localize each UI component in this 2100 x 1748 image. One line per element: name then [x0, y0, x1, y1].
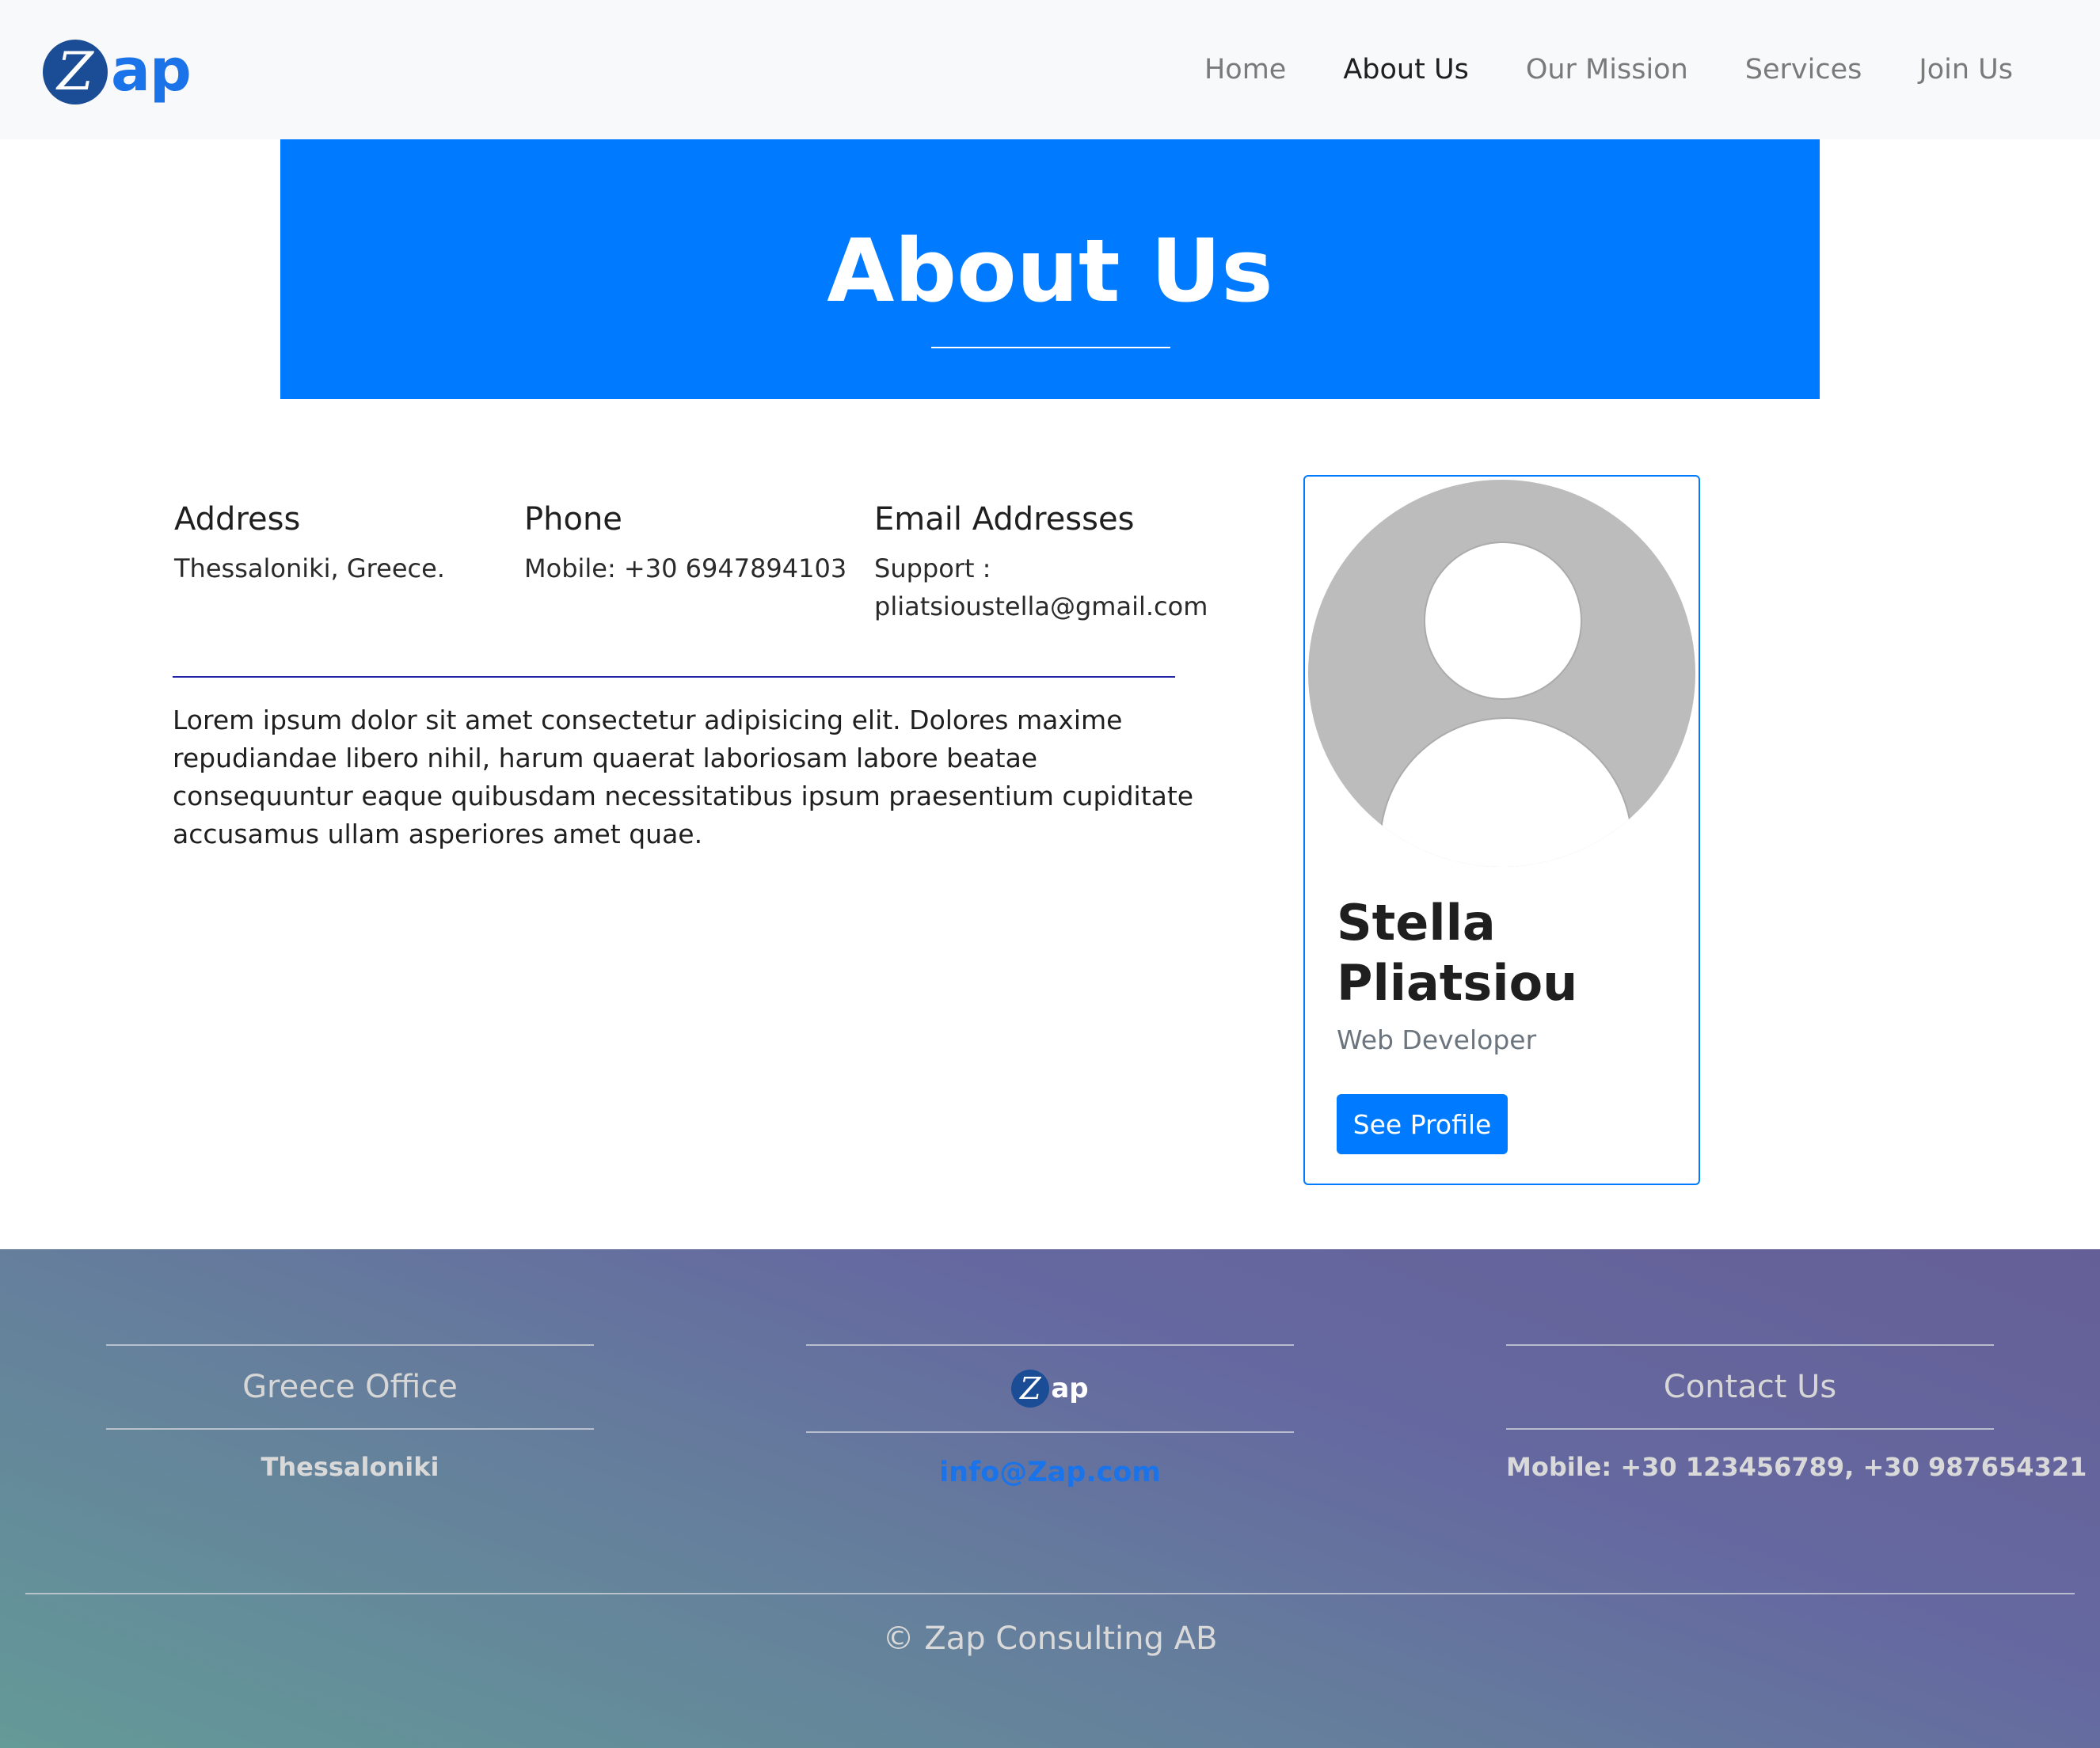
nav-link-our-mission[interactable]: Our Mission — [1526, 48, 1688, 92]
footer-divider — [806, 1344, 1294, 1346]
hero-banner: About Us — [280, 139, 1820, 399]
user-placeholder-icon — [1308, 480, 1695, 867]
brand-logo-circle: Z — [43, 40, 108, 104]
footer-office-title: Greece Office — [242, 1369, 458, 1405]
footer-office-city: Thessaloniki — [261, 1452, 439, 1482]
address-heading: Address — [174, 501, 301, 538]
footer-office-column: Greece Office Thessaloniki — [106, 1344, 594, 1482]
avatar-body-shape — [1381, 719, 1631, 867]
email-address: pliatsioustella@gmail.com — [874, 591, 1208, 621]
footer-email-link[interactable]: info@Zap.com — [939, 1457, 1161, 1488]
page-title: About Us — [827, 220, 1273, 321]
email-label: Support : — [874, 553, 991, 583]
footer-divider — [1506, 1344, 1994, 1346]
copyright-text: © Zap Consulting AB — [882, 1621, 1218, 1657]
footer: Greece Office Thessaloniki Z ap info@Zap… — [0, 1249, 2100, 1748]
footer-divider — [106, 1428, 594, 1430]
about-paragraph: Lorem ipsum dolor sit amet consectetur a… — [173, 705, 1194, 849]
footer-divider — [1506, 1428, 1994, 1430]
phone-text: Mobile: +30 6947894103 — [524, 553, 847, 583]
see-profile-button[interactable]: See Profile — [1337, 1094, 1508, 1154]
footer-brand-column: Z ap info@Zap.com — [806, 1344, 1294, 1488]
footer-divider — [106, 1344, 594, 1346]
nav-link-about-us[interactable]: About Us — [1343, 48, 1468, 92]
phone-block: Phone Mobile: +30 6947894103 — [524, 496, 846, 587]
section-divider — [173, 676, 1175, 678]
address-block: Address Thessaloniki, Greece. — [174, 496, 445, 587]
footer-logo-circle: Z — [1011, 1370, 1050, 1408]
nav-link-home[interactable]: Home — [1204, 48, 1286, 92]
nav-links: Home About Us Our Mission Services Join … — [1147, 48, 2013, 92]
footer-contact-mobile: Mobile: +30 123456789, +30 987654321 — [1506, 1452, 2087, 1482]
footer-contact-title: Contact Us — [1663, 1369, 1837, 1405]
profile-role: Web Developer — [1337, 1024, 1537, 1055]
navbar: Z ap Home About Us Our Mission Services … — [0, 0, 2100, 139]
brand-logo-text: ap — [111, 36, 192, 104]
hero-divider — [931, 347, 1170, 348]
footer-brand-logo: Z ap — [806, 1346, 1294, 1431]
footer-divider — [806, 1431, 1294, 1433]
profile-card: Stella Pliatsiou Web Developer See Profi… — [1303, 475, 1700, 1185]
phone-heading: Phone — [524, 501, 622, 538]
footer-bottom-divider — [25, 1593, 2075, 1594]
footer-logo-text: ap — [1051, 1373, 1089, 1404]
email-heading: Email Addresses — [874, 501, 1135, 538]
brand-logo[interactable]: Z ap — [43, 36, 192, 106]
nav-link-services[interactable]: Services — [1745, 48, 1862, 92]
profile-name: Stella Pliatsiou — [1337, 894, 1578, 1012]
footer-contact-column: Contact Us Mobile: +30 123456789, +30 98… — [1506, 1344, 2087, 1482]
nav-link-join-us[interactable]: Join Us — [1919, 48, 2013, 92]
avatar-head-shape — [1425, 543, 1581, 698]
email-block: Email Addresses Support : pliatsioustell… — [874, 496, 1208, 625]
address-text: Thessaloniki, Greece. — [174, 553, 445, 583]
